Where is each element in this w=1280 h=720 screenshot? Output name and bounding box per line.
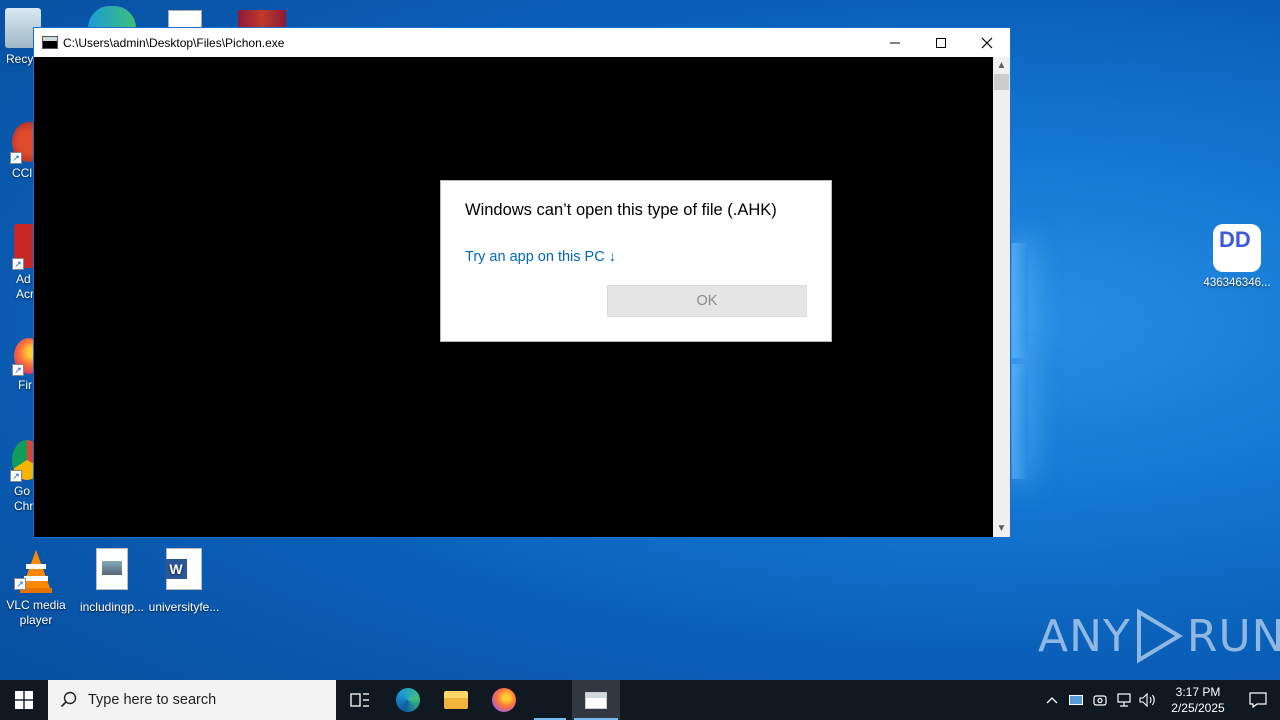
console-app-icon bbox=[42, 36, 58, 49]
minimize-icon bbox=[890, 42, 900, 43]
scroll-down-arrow-icon[interactable]: ▼ bbox=[993, 520, 1010, 537]
windows-start-icon bbox=[15, 691, 33, 709]
image-file-icon bbox=[96, 548, 128, 590]
desktop-icon-label: universityfe... bbox=[148, 600, 220, 614]
play-logo-icon bbox=[1136, 608, 1183, 664]
winrar-desktop-icon-partial[interactable] bbox=[238, 10, 286, 28]
shortcut-arrow-icon: ↗ bbox=[12, 258, 24, 270]
task-view-button[interactable] bbox=[336, 680, 384, 720]
desktop-icon-label: VLC media player bbox=[6, 598, 66, 627]
scrollbar-thumb[interactable] bbox=[994, 74, 1009, 90]
shortcut-arrow-icon: ↗ bbox=[10, 152, 22, 164]
try-app-link[interactable]: Try an app on this PC ↓ bbox=[465, 249, 616, 265]
search-icon bbox=[60, 691, 77, 708]
taskbar-clock[interactable]: 3:17 PM 2/25/2025 bbox=[1160, 684, 1236, 716]
watermark-text-left: ANY bbox=[1038, 610, 1131, 662]
file-explorer-icon bbox=[444, 691, 468, 709]
console-titlebar[interactable]: C:\Users\admin\Desktop\Files\Pichon.exe bbox=[34, 28, 1010, 57]
desktop-icon-label: 436346346... bbox=[1203, 277, 1271, 289]
word-document-icon: W bbox=[165, 548, 202, 590]
close-button[interactable] bbox=[964, 28, 1010, 57]
console-title: C:\Users\admin\Desktop\Files\Pichon.exe bbox=[63, 35, 285, 50]
notification-icon bbox=[1249, 692, 1267, 708]
edge-desktop-icon-partial[interactable] bbox=[88, 6, 136, 28]
clock-time: 3:17 PM bbox=[1175, 685, 1221, 699]
desktop-icon-including[interactable]: includingp... bbox=[74, 548, 150, 615]
shortcut-arrow-icon: ↗ bbox=[12, 364, 24, 376]
vlc-icon: ↗ bbox=[14, 548, 56, 593]
security-tray-icon[interactable] bbox=[1064, 680, 1088, 720]
taskbar-file-explorer[interactable] bbox=[432, 680, 480, 720]
network-icon[interactable] bbox=[1112, 680, 1136, 720]
desktop-icon-university[interactable]: W universityfe... bbox=[146, 548, 222, 615]
desktop-icon-label: includingp... bbox=[79, 600, 145, 614]
scroll-up-arrow-icon[interactable]: ▲ bbox=[993, 57, 1010, 74]
clock-date: 2/25/2025 bbox=[1171, 701, 1225, 715]
shortcut-arrow-icon: ↗ bbox=[14, 578, 26, 590]
taskbar: Type here to search 3:17 PM 2/25/2025 bbox=[0, 680, 1280, 720]
app-dd-icon: DD bbox=[1213, 224, 1261, 272]
watermark-text-right: RUN bbox=[1186, 610, 1280, 662]
vertical-scrollbar[interactable]: ▲ ▼ bbox=[993, 57, 1010, 537]
ok-button[interactable]: OK bbox=[607, 285, 807, 317]
taskbar-console[interactable] bbox=[572, 680, 620, 720]
meet-now-icon[interactable] bbox=[1088, 680, 1112, 720]
firefox-icon bbox=[492, 688, 516, 712]
wallpaper-logo-pane-top bbox=[1012, 243, 1028, 358]
wallpaper-logo-pane-bottom bbox=[1012, 364, 1028, 479]
taskbar-running-app[interactable] bbox=[528, 680, 572, 720]
taskbar-search-box[interactable]: Type here to search bbox=[48, 680, 336, 720]
volume-icon[interactable] bbox=[1136, 680, 1160, 720]
shortcut-arrow-icon: ↗ bbox=[10, 470, 22, 482]
console-app-icon bbox=[585, 691, 607, 709]
maximize-button[interactable] bbox=[918, 28, 964, 57]
notifications-button[interactable] bbox=[1236, 680, 1280, 720]
desktop-icon-436346346[interactable]: DD 436346346... bbox=[1198, 224, 1276, 291]
chevron-up-icon[interactable] bbox=[1040, 680, 1064, 720]
minimize-button[interactable] bbox=[872, 28, 918, 57]
taskbar-firefox[interactable] bbox=[480, 680, 528, 720]
start-button[interactable] bbox=[0, 680, 48, 720]
task-view-icon bbox=[350, 693, 369, 707]
desktop-icon-vlc[interactable]: ↗ VLC media player bbox=[0, 548, 74, 628]
document-desktop-icon-partial[interactable] bbox=[168, 10, 202, 28]
maximize-icon bbox=[936, 37, 946, 48]
anyrun-watermark: ANY RUN bbox=[1038, 608, 1280, 664]
search-placeholder: Type here to search bbox=[88, 692, 217, 708]
open-with-dialog: Windows can’t open this type of file (.A… bbox=[440, 180, 832, 342]
taskbar-edge[interactable] bbox=[384, 680, 432, 720]
system-tray: 3:17 PM 2/25/2025 bbox=[1040, 680, 1280, 720]
close-icon bbox=[981, 37, 993, 48]
dialog-message: Windows can’t open this type of file (.A… bbox=[465, 201, 777, 219]
edge-icon bbox=[396, 688, 420, 712]
